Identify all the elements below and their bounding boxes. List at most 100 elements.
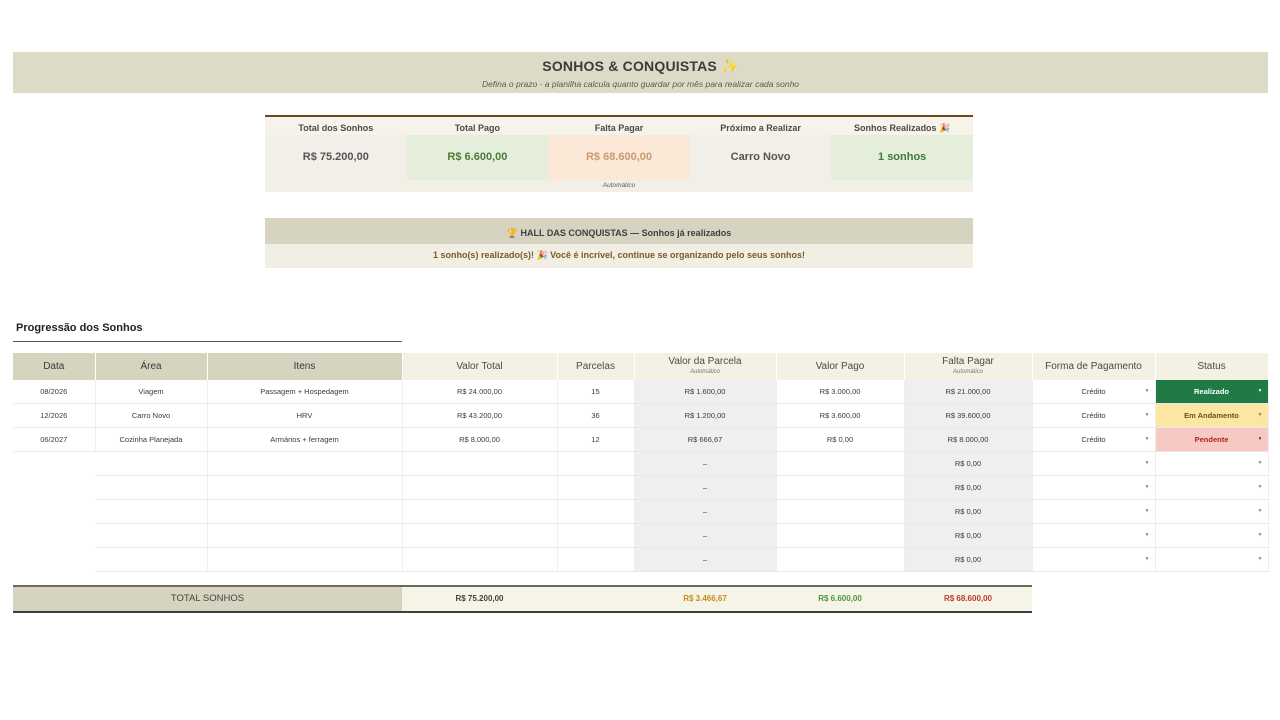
cell-valor-pago[interactable] <box>776 547 905 572</box>
cell-valor-parcela[interactable]: – <box>634 523 777 548</box>
dropdown-arrow-icon[interactable]: ▼ <box>1145 388 1150 394</box>
cell-valor-pago[interactable] <box>776 475 905 500</box>
cell-status[interactable]: Pendente ▼ <box>1155 427 1269 452</box>
dropdown-arrow-icon[interactable]: ▼ <box>1145 436 1150 442</box>
cell-forma-pagamento[interactable]: ▼ <box>1032 547 1156 572</box>
cell-area[interactable] <box>95 523 208 548</box>
cell-valor-parcela[interactable]: R$ 1.200,00 <box>634 403 777 428</box>
cell-parcelas[interactable] <box>557 547 635 572</box>
cell-valor-total[interactable] <box>402 475 558 500</box>
cell-itens[interactable] <box>207 547 403 572</box>
cell-valor-pago[interactable] <box>776 499 905 524</box>
cell-data[interactable]: 06/2027 <box>13 427 96 452</box>
cell-status[interactable]: ▼ <box>1155 523 1269 548</box>
col-valor-pago[interactable]: Valor Pago <box>776 353 905 380</box>
cell-forma-pagamento[interactable]: Crédito ▼ <box>1032 403 1156 428</box>
cell-falta-pagar[interactable]: R$ 0,00 <box>904 451 1033 476</box>
cell-status[interactable]: ▼ <box>1155 499 1269 524</box>
cell-parcelas[interactable]: 12 <box>557 427 635 452</box>
cell-falta-pagar[interactable]: R$ 8.000,00 <box>904 427 1033 452</box>
cell-data[interactable] <box>13 523 95 548</box>
col-status[interactable]: Status <box>1155 353 1269 380</box>
summary-pago-value[interactable]: R$ 6.600,00 <box>406 135 549 180</box>
cell-area[interactable] <box>95 547 208 572</box>
cell-valor-pago[interactable] <box>776 451 905 476</box>
col-parcelas[interactable]: Parcelas <box>557 353 635 380</box>
col-data[interactable]: Data <box>13 353 96 380</box>
cell-itens[interactable]: HRV <box>207 403 403 428</box>
dropdown-arrow-icon[interactable]: ▼ <box>1145 460 1150 466</box>
cell-status[interactable]: ▼ <box>1155 475 1269 500</box>
summary-total-value[interactable]: R$ 75.200,00 <box>265 135 407 180</box>
cell-valor-parcela[interactable]: – <box>634 499 777 524</box>
summary-proximo-value[interactable]: Carro Novo <box>689 135 832 180</box>
cell-area[interactable] <box>95 451 208 476</box>
cell-area[interactable]: Cozinha Planejada <box>95 427 208 452</box>
dropdown-arrow-icon[interactable]: ▼ <box>1258 412 1263 418</box>
cell-itens[interactable]: Armários + ferragem <box>207 427 403 452</box>
cell-forma-pagamento[interactable]: ▼ <box>1032 523 1156 548</box>
cell-parcelas[interactable] <box>557 523 635 548</box>
cell-valor-pago[interactable] <box>776 523 905 548</box>
cell-area[interactable] <box>95 499 208 524</box>
cell-parcelas[interactable] <box>557 451 635 476</box>
dropdown-arrow-icon[interactable]: ▼ <box>1258 508 1263 514</box>
cell-valor-total[interactable] <box>402 499 558 524</box>
cell-data[interactable] <box>13 499 95 524</box>
cell-itens[interactable] <box>207 499 403 524</box>
cell-falta-pagar[interactable]: R$ 39.600,00 <box>904 403 1033 428</box>
dropdown-arrow-icon[interactable]: ▼ <box>1145 508 1150 514</box>
summary-realizados-value[interactable]: 1 sonhos <box>831 135 973 180</box>
cell-status[interactable]: ▼ <box>1155 451 1269 476</box>
cell-area[interactable] <box>95 475 208 500</box>
cell-forma-pagamento[interactable]: Crédito ▼ <box>1032 427 1156 452</box>
cell-forma-pagamento[interactable]: ▼ <box>1032 499 1156 524</box>
cell-data[interactable] <box>13 475 95 500</box>
cell-parcelas[interactable]: 15 <box>557 380 635 404</box>
cell-forma-pagamento[interactable]: ▼ <box>1032 451 1156 476</box>
cell-falta-pagar[interactable]: R$ 0,00 <box>904 523 1033 548</box>
cell-status[interactable]: Em Andamento ▼ <box>1155 403 1269 428</box>
cell-valor-parcela[interactable]: – <box>634 451 777 476</box>
cell-area[interactable]: Viagem <box>95 380 208 404</box>
dropdown-arrow-icon[interactable]: ▼ <box>1258 556 1263 562</box>
col-valor-parcela[interactable]: Valor da Parcela Automático <box>634 353 777 380</box>
dropdown-arrow-icon[interactable]: ▼ <box>1145 532 1150 538</box>
cell-falta-pagar[interactable]: R$ 21.000,00 <box>904 380 1033 404</box>
cell-valor-parcela[interactable]: – <box>634 547 777 572</box>
dropdown-arrow-icon[interactable]: ▼ <box>1258 484 1263 490</box>
dropdown-arrow-icon[interactable]: ▼ <box>1145 556 1150 562</box>
cell-valor-pago[interactable]: R$ 3.000,00 <box>776 380 905 404</box>
cell-valor-parcela[interactable]: R$ 666,67 <box>634 427 777 452</box>
cell-data[interactable] <box>13 547 95 572</box>
dropdown-arrow-icon[interactable]: ▼ <box>1145 484 1150 490</box>
cell-parcelas[interactable] <box>557 499 635 524</box>
dropdown-arrow-icon[interactable]: ▼ <box>1258 532 1263 538</box>
col-itens[interactable]: Itens <box>207 353 403 380</box>
cell-valor-pago[interactable]: R$ 0,00 <box>776 427 905 452</box>
cell-valor-parcela[interactable]: R$ 1.600,00 <box>634 380 777 404</box>
cell-falta-pagar[interactable]: R$ 0,00 <box>904 475 1033 500</box>
cell-area[interactable]: Carro Novo <box>95 403 208 428</box>
cell-status[interactable]: Realizado ▼ <box>1155 380 1269 404</box>
cell-itens[interactable] <box>207 523 403 548</box>
cell-forma-pagamento[interactable]: Crédito ▼ <box>1032 380 1156 404</box>
dropdown-arrow-icon[interactable]: ▼ <box>1258 388 1263 394</box>
col-falta-pagar[interactable]: Falta Pagar Automático <box>904 353 1033 380</box>
cell-data[interactable]: 12/2026 <box>13 403 96 428</box>
cell-valor-total[interactable] <box>402 451 558 476</box>
cell-parcelas[interactable]: 36 <box>557 403 635 428</box>
cell-valor-parcela[interactable]: – <box>634 475 777 500</box>
cell-valor-total[interactable] <box>402 547 558 572</box>
cell-forma-pagamento[interactable]: ▼ <box>1032 475 1156 500</box>
col-forma-pagamento[interactable]: Forma de Pagamento <box>1032 353 1156 380</box>
cell-itens[interactable]: Passagem + Hospedagem <box>207 380 403 404</box>
col-valor-total[interactable]: Valor Total <box>402 353 558 380</box>
cell-status[interactable]: ▼ <box>1155 547 1269 572</box>
cell-valor-total[interactable] <box>402 523 558 548</box>
cell-data[interactable]: 08/2026 <box>13 380 96 404</box>
dropdown-arrow-icon[interactable]: ▼ <box>1258 436 1263 442</box>
cell-valor-total[interactable]: R$ 8.000,00 <box>402 427 558 452</box>
cell-parcelas[interactable] <box>557 475 635 500</box>
dropdown-arrow-icon[interactable]: ▼ <box>1145 412 1150 418</box>
